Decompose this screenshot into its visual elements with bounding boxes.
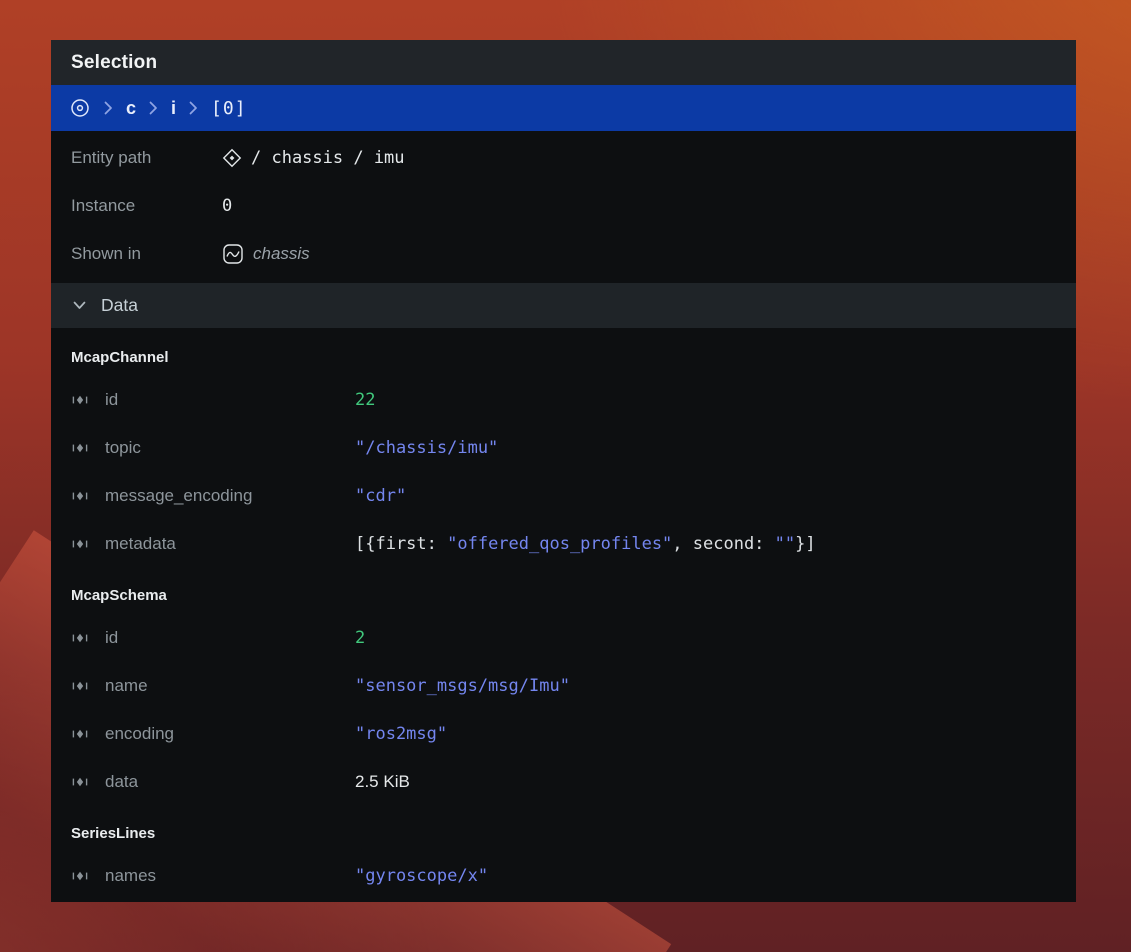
field-row[interactable]: encoding "ros2msg" (51, 710, 1076, 758)
field-value: "sensor_msgs/msg/Imu" (355, 676, 570, 696)
component-icon (71, 391, 91, 409)
field-value: 2 (355, 628, 365, 648)
shown-in-view-link[interactable]: chassis (253, 244, 310, 264)
data-group: SeriesLines names "gyroscope/x" (51, 814, 1076, 900)
group-title: McapChannel (51, 338, 1076, 376)
field-label: id (105, 628, 355, 648)
breadcrumb: c i [0] (51, 85, 1076, 131)
breadcrumb-item-c[interactable]: c (126, 98, 136, 119)
field-label: encoding (105, 724, 355, 744)
breadcrumb-item-i[interactable]: i (171, 98, 176, 119)
selection-info: Entity path / chassis / imu Instance 0 S… (51, 131, 1076, 278)
field-label: message_encoding (105, 486, 355, 506)
chevron-right-icon (104, 101, 113, 115)
panel-title: Selection (71, 52, 157, 74)
field-label: metadata (105, 534, 355, 554)
data-group: McapChannel id 22 topic "/chassis/imu" (51, 338, 1076, 568)
field-value: 2.5 KiB (355, 772, 410, 792)
chevron-right-icon (149, 101, 158, 115)
entity-path-label: Entity path (71, 148, 222, 168)
selection-panel: Selection c i [0] Entity path (51, 40, 1076, 902)
chevron-down-icon (73, 301, 86, 310)
field-value: "ros2msg" (355, 724, 447, 744)
instance-label: Instance (71, 196, 222, 216)
data-section-header[interactable]: Data (51, 283, 1076, 328)
component-icon (71, 629, 91, 647)
breadcrumb-item-instance[interactable]: [0] (211, 98, 247, 119)
entity-icon (222, 148, 242, 168)
chevron-right-icon (189, 101, 198, 115)
field-label: data (105, 772, 355, 792)
field-label: topic (105, 438, 355, 458)
field-row[interactable]: name "sensor_msgs/msg/Imu" (51, 662, 1076, 710)
field-value: "/chassis/imu" (355, 438, 498, 458)
target-icon[interactable] (69, 97, 91, 119)
field-label: id (105, 390, 355, 410)
component-icon (71, 677, 91, 695)
data-section-title: Data (101, 295, 138, 316)
field-row[interactable]: id 2 (51, 614, 1076, 662)
group-title: SeriesLines (51, 814, 1076, 852)
component-icon (71, 535, 91, 553)
group-title: McapSchema (51, 576, 1076, 614)
field-value: 22 (355, 390, 375, 410)
component-icon (71, 867, 91, 885)
field-row[interactable]: data 2.5 KiB (51, 758, 1076, 806)
component-icon (71, 439, 91, 457)
field-value: [{first: "offered_qos_profiles", second:… (355, 534, 816, 554)
component-icon (71, 725, 91, 743)
shown-in-label: Shown in (71, 244, 222, 264)
field-row[interactable]: metadata [{first: "offered_qos_profiles"… (51, 520, 1076, 568)
field-label: names (105, 866, 355, 886)
data-group: McapSchema id 2 name "sensor_msgs/msg/Im… (51, 576, 1076, 806)
entity-path-row: Entity path / chassis / imu (51, 134, 1076, 182)
component-icon (71, 487, 91, 505)
shown-in-row: Shown in chassis (51, 230, 1076, 278)
field-label: name (105, 676, 355, 696)
field-row[interactable]: message_encoding "cdr" (51, 472, 1076, 520)
field-row[interactable]: topic "/chassis/imu" (51, 424, 1076, 472)
panel-title-bar: Selection (51, 40, 1076, 85)
instance-row: Instance 0 (51, 182, 1076, 230)
field-row[interactable]: names "gyroscope/x" (51, 852, 1076, 900)
component-icon (71, 773, 91, 791)
data-section-body: McapChannel id 22 topic "/chassis/imu" (51, 328, 1076, 910)
entity-path-value[interactable]: / chassis / imu (251, 148, 405, 168)
instance-value: 0 (222, 196, 232, 216)
timeseries-view-icon (222, 243, 244, 265)
field-value: "cdr" (355, 486, 406, 506)
field-value: "gyroscope/x" (355, 866, 488, 886)
field-row[interactable]: id 22 (51, 376, 1076, 424)
